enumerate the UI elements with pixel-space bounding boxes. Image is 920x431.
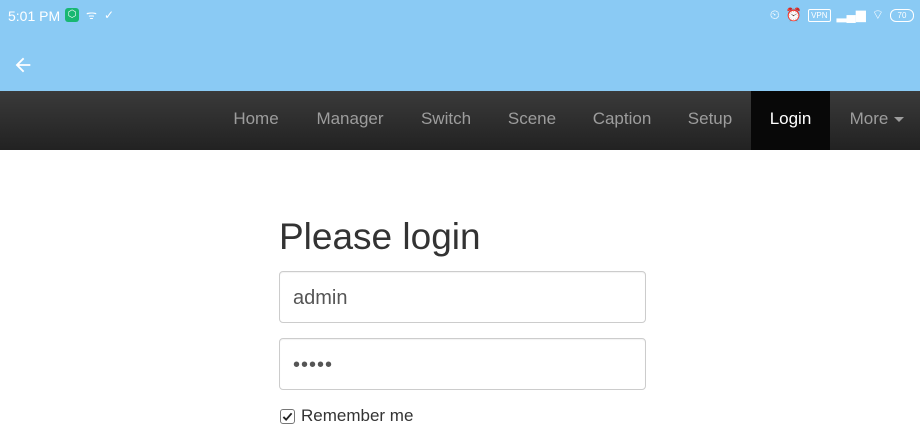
nav-item-label: Login	[769, 109, 812, 128]
password-value: •••••	[293, 354, 334, 376]
wifi-icon: ⌔	[871, 7, 884, 22]
status-right-icons: ⏲ ⏰ VPN ▂▄▆ ⌔ 70	[770, 8, 914, 22]
nav-item-manager[interactable]: Manager	[302, 91, 398, 150]
password-input[interactable]: •••••	[279, 338, 646, 390]
username-input[interactable]: admin	[279, 271, 646, 323]
remember-me-label[interactable]: Remember me	[301, 406, 413, 426]
signal-icon: ▂▄▆	[836, 7, 866, 22]
nav-item-setup[interactable]: Setup	[674, 91, 746, 150]
alarm-icon: ⏰	[785, 7, 803, 22]
arrow-left-icon	[15, 57, 31, 73]
nav-item-scene[interactable]: Scene	[494, 91, 570, 150]
nav-item-label: Caption	[592, 109, 652, 128]
nav-item-label: Switch	[420, 109, 472, 128]
app-header: 5:01 PM ⬡ ᯤ ✓ ⏲ ⏰ VPN ▂▄▆ ⌔ 70	[0, 0, 920, 91]
caret-down-icon	[894, 117, 905, 123]
alarm-off-icon: ⏲	[769, 7, 780, 22]
nav-item-switch[interactable]: Switch	[406, 91, 486, 150]
page-title: Please login	[279, 216, 481, 257]
nav-item-label: Home	[233, 109, 279, 128]
nav-item-label: Setup	[687, 109, 733, 128]
wifi-small-icon: ᯤ	[86, 8, 97, 22]
back-button[interactable]	[8, 50, 38, 80]
status-left-icons: ⬡ ᯤ ✓	[65, 8, 114, 22]
remember-me-row: Remember me	[280, 406, 413, 426]
nav-item-label: Scene	[507, 109, 557, 128]
nav-item-login[interactable]: Login	[751, 91, 830, 150]
nav-item-label: Manager	[316, 109, 384, 128]
vpn-icon: VPN	[808, 8, 831, 22]
nav-item-more[interactable]: More	[834, 91, 920, 150]
nav-item-caption[interactable]: Caption	[578, 91, 666, 150]
status-time: 5:01 PM	[8, 8, 61, 24]
username-value: admin	[293, 287, 348, 309]
remember-me-checkbox[interactable]	[280, 408, 295, 424]
checkmark-icon	[282, 412, 293, 421]
check-mark-icon: ✓	[103, 8, 115, 22]
navbar: Home Manager Switch Scene Caption Setup …	[0, 91, 920, 150]
battery-icon: 70	[890, 8, 914, 22]
app-badge-icon: ⬡	[65, 8, 79, 22]
nav-item-label: More	[849, 109, 889, 128]
nav-item-home[interactable]: Home	[218, 91, 294, 150]
